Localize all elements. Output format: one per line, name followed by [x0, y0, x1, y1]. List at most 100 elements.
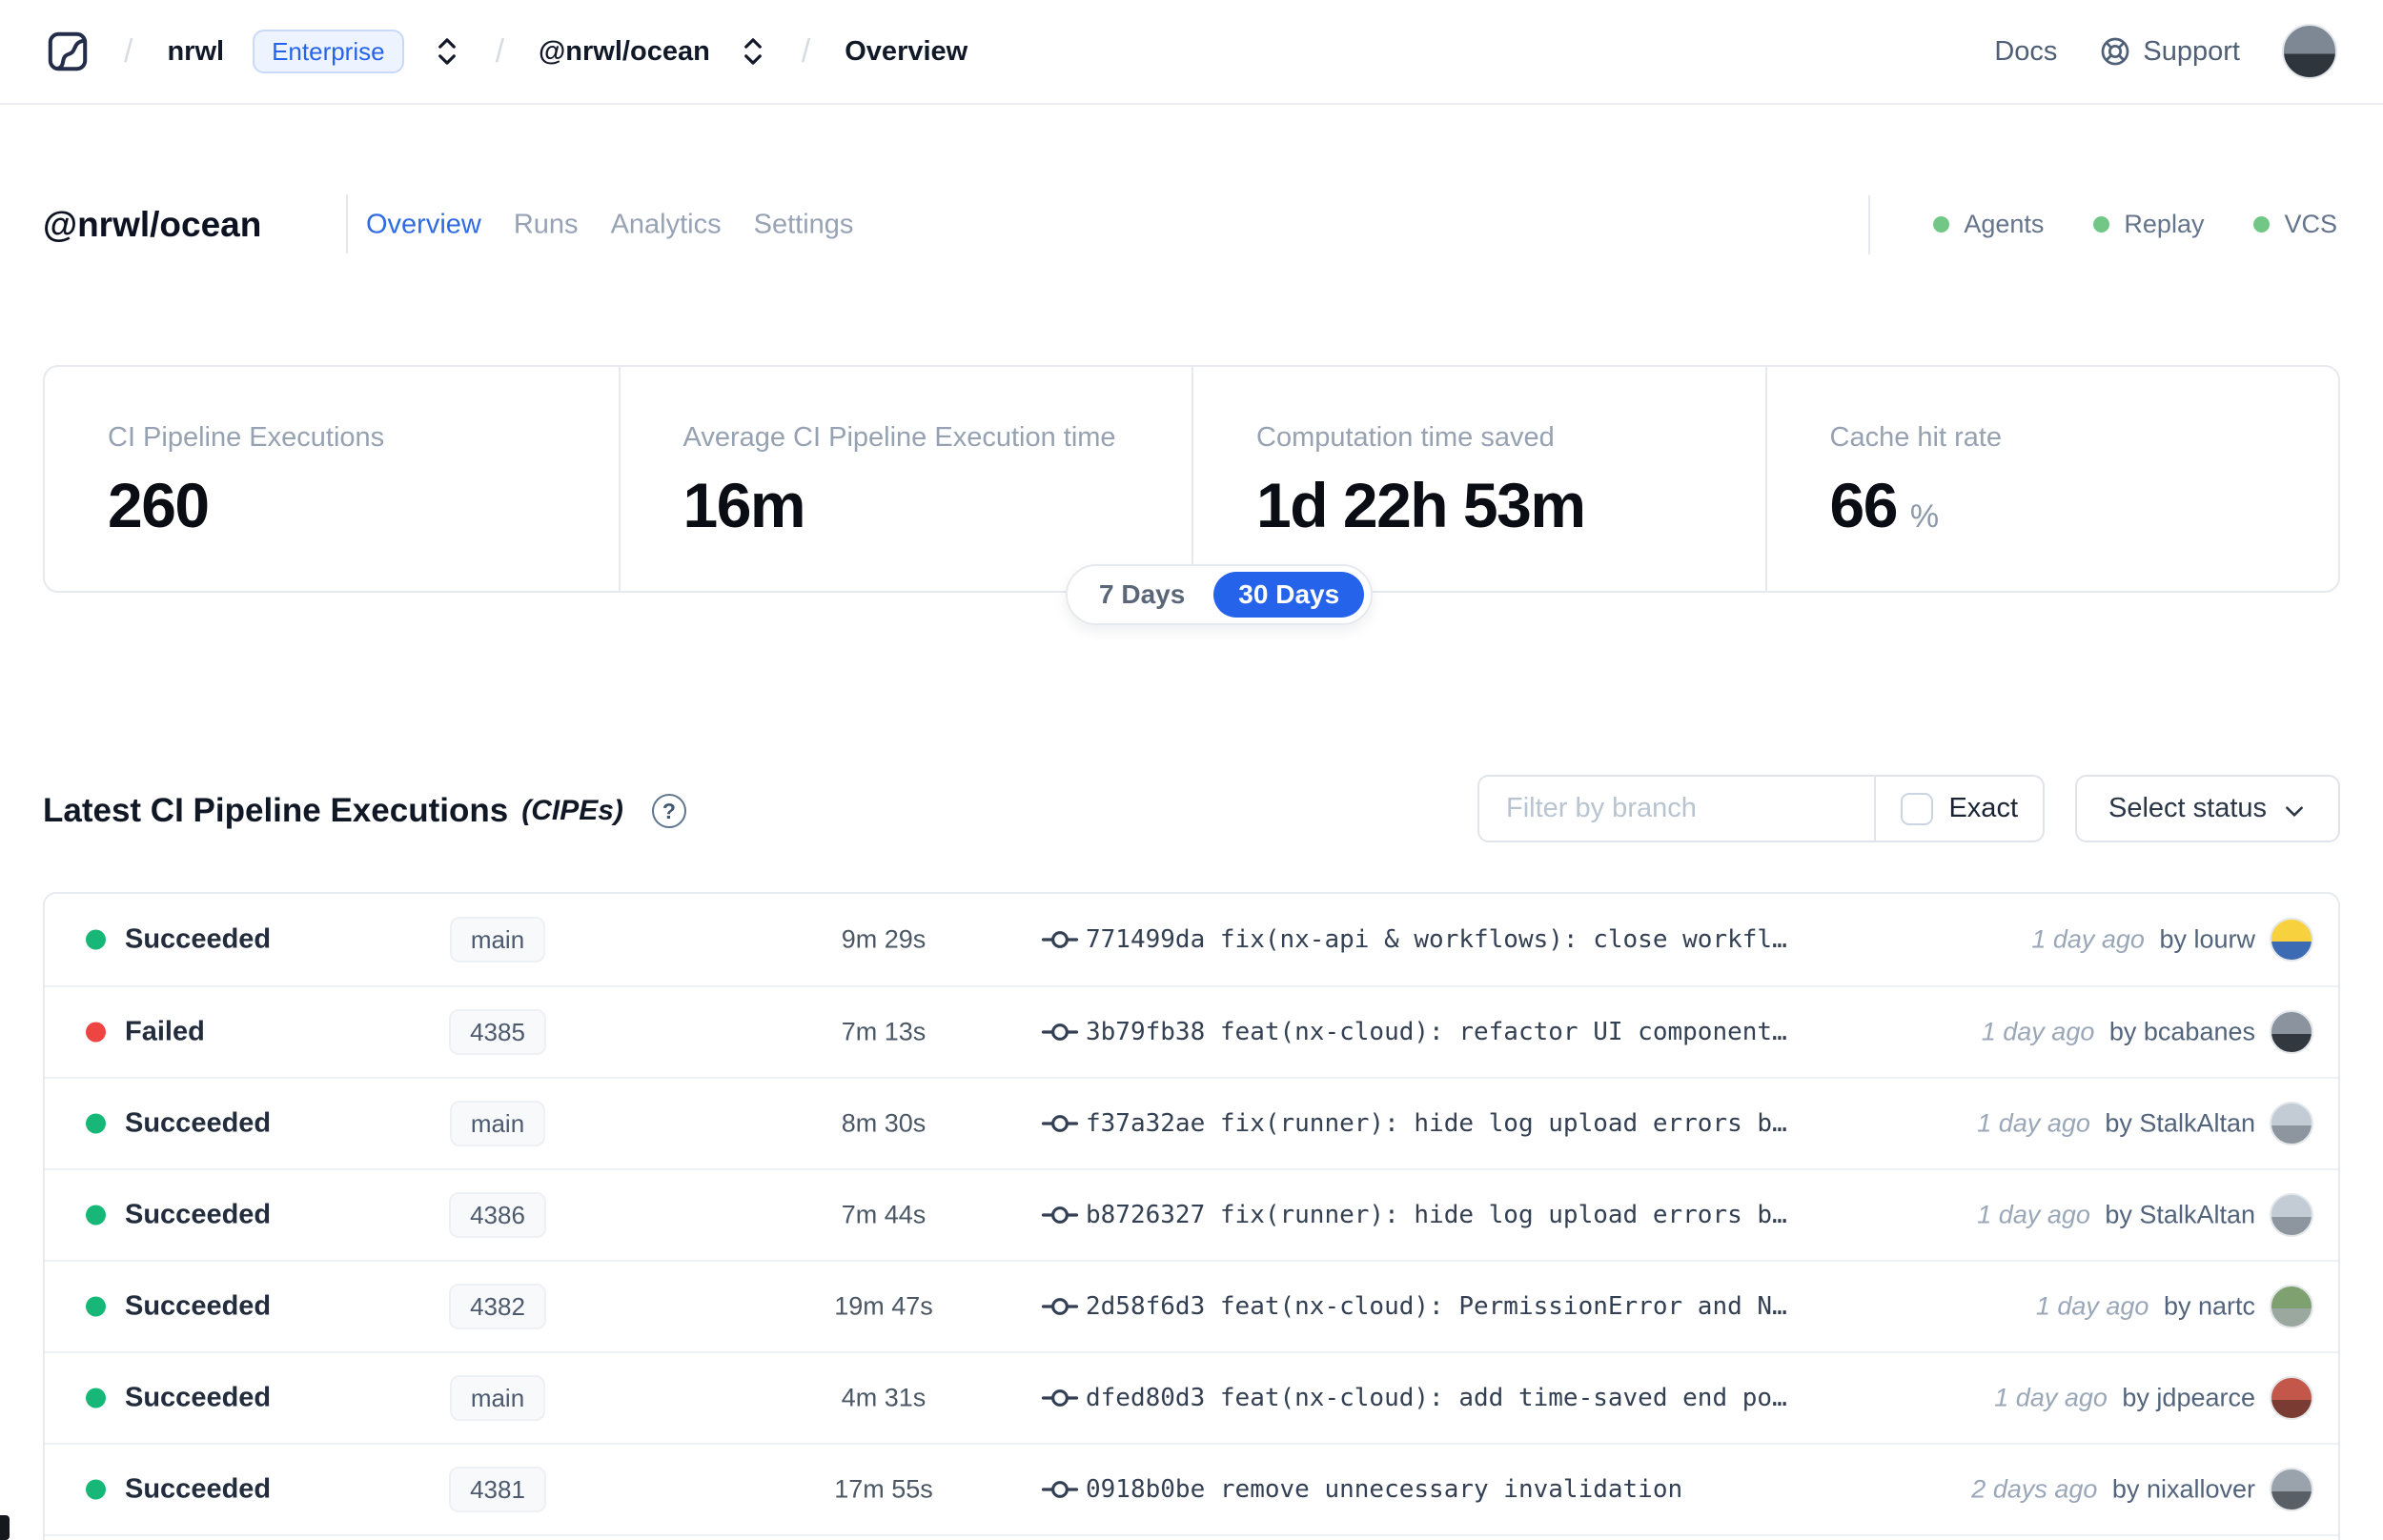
breadcrumb-separator: /	[124, 32, 133, 70]
git-commit-icon	[1041, 1287, 1079, 1326]
branch-filter-input[interactable]	[1479, 777, 1875, 841]
branch-badge[interactable]: main	[449, 917, 546, 962]
service-vcs[interactable]: VCS	[2253, 210, 2337, 239]
branch-badge[interactable]: main	[449, 1101, 546, 1146]
git-commit-icon	[1041, 1196, 1079, 1234]
row-meta: 1 day ago by lourw	[2031, 925, 2255, 955]
commit-hash: 3b79fb38	[1086, 1018, 1206, 1046]
stat-value: 66	[1829, 470, 1899, 540]
author-avatar[interactable]	[2270, 1285, 2313, 1328]
table-row[interactable]: Succeeded 4386 7m 44s b8726327 fix(runne…	[45, 1168, 2338, 1260]
service-replay[interactable]: Replay	[2093, 210, 2204, 239]
timestamp: 1 day ago	[2035, 1291, 2149, 1321]
stat-value: 260	[108, 470, 210, 540]
commit-link[interactable]: 771499da fix(nx-api & workflows): close …	[1086, 925, 1787, 954]
git-commit-icon	[1041, 1379, 1079, 1417]
timestamp: 1 day ago	[1977, 1108, 2090, 1138]
select-status-dropdown[interactable]: Select status	[2075, 775, 2340, 842]
commit-message: fix(runner): hide log upload errors b…	[1219, 1201, 1787, 1229]
branch-badge[interactable]: 4386	[449, 1192, 546, 1238]
exact-checkbox[interactable]	[1901, 792, 1934, 825]
service-agents[interactable]: Agents	[1933, 210, 2044, 239]
commit-link[interactable]: b8726327 fix(runner): hide log upload er…	[1086, 1201, 1787, 1229]
tab-settings[interactable]: Settings	[754, 209, 854, 240]
author-avatar[interactable]	[2270, 1193, 2313, 1237]
workspace-switcher-chevron-icon[interactable]	[739, 35, 767, 68]
branch-badge[interactable]: 4381	[449, 1467, 546, 1512]
user-avatar[interactable]	[2282, 24, 2337, 79]
status-dot-icon	[86, 1113, 106, 1134]
table-row[interactable]: Succeeded 4382 19m 47s 2d58f6d3 feat(nx-…	[45, 1260, 2338, 1351]
status-dot-icon	[86, 1388, 106, 1408]
exact-label: Exact	[1948, 793, 2018, 823]
stat-cache-hit-rate: Cache hit rate 66 %	[1764, 367, 2339, 591]
author-avatar[interactable]	[2270, 1102, 2313, 1145]
breadcrumb-separator: /	[801, 32, 811, 70]
author-avatar[interactable]	[2270, 1010, 2313, 1054]
service-status-list: Agents Replay VCS	[1868, 194, 2337, 254]
status-label: Succeeded	[125, 1473, 272, 1505]
breadcrumb-page: Overview	[845, 35, 968, 67]
commit-link[interactable]: 3b79fb38 feat(nx-cloud): refactor UI com…	[1086, 1018, 1787, 1046]
timestamp: 1 day ago	[2031, 924, 2145, 954]
support-link[interactable]: Support	[2099, 35, 2240, 68]
org-switcher-chevron-icon[interactable]	[433, 35, 461, 68]
author-avatar[interactable]	[2270, 1376, 2313, 1420]
table-row[interactable]: Failed 4385 7m 13s 3b79fb38 feat(nx-clou…	[45, 985, 2338, 1077]
breadcrumb-org[interactable]: nrwl	[167, 36, 224, 68]
duration-label: 7m 44s	[841, 1200, 927, 1229]
breadcrumb-separator: /	[495, 32, 505, 70]
duration-label: 19m 47s	[834, 1291, 933, 1321]
commit-hash: 2d58f6d3	[1086, 1292, 1206, 1321]
docs-link[interactable]: Docs	[1994, 36, 2057, 68]
commit-hash: f37a32ae	[1086, 1109, 1206, 1138]
tab-runs[interactable]: Runs	[514, 209, 579, 240]
commit-message: remove unnecessary invalidation	[1219, 1475, 1683, 1504]
commit-message: feat(nx-cloud): add time-saved end po…	[1219, 1384, 1787, 1412]
stat-unit: %	[1909, 498, 1940, 535]
author-avatar[interactable]	[2270, 918, 2313, 962]
commit-message: feat(nx-cloud): PermissionError and N…	[1219, 1292, 1787, 1321]
row-meta: 1 day ago by bcabanes	[1982, 1018, 2255, 1047]
help-icon[interactable]: ?	[651, 794, 686, 828]
branch-filter-group: Exact	[1477, 775, 2045, 842]
table-row[interactable]: Succeeded main 9m 29s 771499da fix(nx-ap…	[45, 894, 2338, 985]
commit-link[interactable]: 2d58f6d3 feat(nx-cloud): PermissionError…	[1086, 1292, 1787, 1321]
timestamp: 1 day ago	[1981, 1017, 2095, 1046]
status-dot-icon	[1933, 216, 1950, 233]
breadcrumb-workspace[interactable]: @nrwl/ocean	[539, 36, 710, 68]
commit-link[interactable]: 0918b0be remove unnecessary invalidation	[1086, 1475, 1682, 1504]
duration-label: 8m 30s	[841, 1108, 927, 1138]
table-row[interactable]: Succeeded 4381 17m 55s 0918b0be remove u…	[45, 1443, 2338, 1534]
commit-hash: 0918b0be	[1086, 1475, 1206, 1504]
table-row[interactable]: Succeeded main 4m 31s dfed80d3 feat(nx-c…	[45, 1351, 2338, 1443]
status-label: Succeeded	[125, 1107, 272, 1139]
duration-label: 4m 31s	[841, 1383, 927, 1412]
workspace-header: @nrwl/ocean Overview Runs Analytics Sett…	[0, 189, 2383, 260]
commit-link[interactable]: dfed80d3 feat(nx-cloud): add time-saved …	[1086, 1384, 1787, 1412]
tab-overview[interactable]: Overview	[366, 209, 481, 240]
author-name: by lourw	[2159, 924, 2255, 954]
range-7-days-button[interactable]: 7 Days	[1074, 572, 1210, 618]
author-name: by nartc	[2163, 1291, 2255, 1321]
table-row[interactable]: Succeeded main 8m 30s f37a32ae fix(runne…	[45, 1077, 2338, 1168]
section-title: Latest CI Pipeline Executions	[43, 792, 509, 829]
status-dot-icon	[86, 1205, 106, 1226]
tab-analytics[interactable]: Analytics	[611, 209, 722, 240]
author-avatar[interactable]	[2270, 1468, 2313, 1511]
bottom-left-artifact	[0, 1515, 10, 1540]
branch-badge[interactable]: 4385	[449, 1009, 546, 1055]
author-name: by bcabanes	[2108, 1017, 2255, 1046]
stat-average-execution-time: Average CI Pipeline Execution time 16m	[618, 367, 1192, 591]
nx-logo-icon[interactable]	[46, 30, 90, 73]
workspace-title: @nrwl/ocean	[43, 204, 262, 244]
branch-badge[interactable]: main	[449, 1375, 546, 1421]
plan-badge[interactable]: Enterprise	[253, 30, 404, 73]
range-30-days-button[interactable]: 30 Days	[1213, 571, 1365, 618]
cipe-section-header: Latest CI Pipeline Executions (CIPEs) ?	[43, 780, 686, 842]
git-commit-icon	[1041, 1470, 1079, 1509]
branch-badge[interactable]: 4382	[449, 1284, 546, 1329]
stat-value: 16m	[682, 470, 806, 540]
commit-link[interactable]: f37a32ae fix(runner): hide log upload er…	[1086, 1109, 1787, 1138]
commit-message: fix(runner): hide log upload errors b…	[1219, 1109, 1787, 1138]
